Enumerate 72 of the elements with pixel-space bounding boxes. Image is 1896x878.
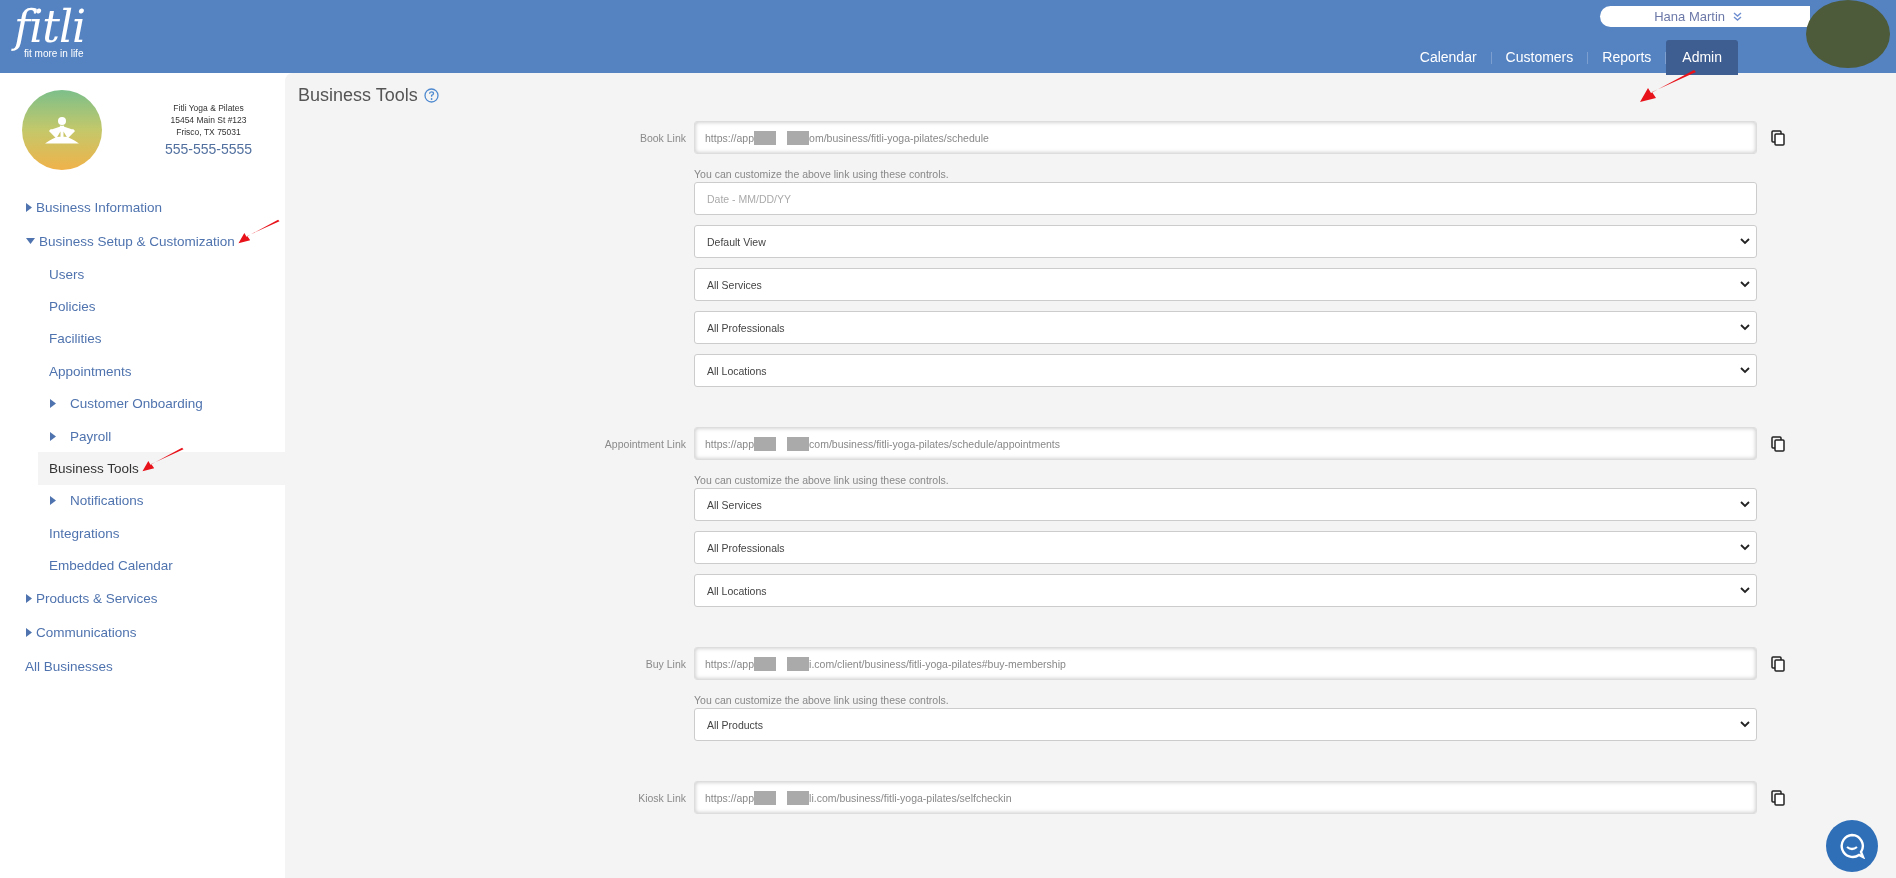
dropdown[interactable]: All Services — [694, 488, 1757, 521]
redaction-block — [754, 436, 810, 451]
caret-right-icon[interactable] — [26, 202, 32, 212]
dropdown[interactable]: All Locations — [694, 354, 1757, 387]
redaction-block — [754, 790, 810, 805]
chevron-down-icon — [1740, 367, 1750, 374]
caret-right-icon[interactable] — [26, 594, 32, 604]
chat-button[interactable] — [1826, 820, 1878, 872]
caret-right-icon[interactable] — [50, 431, 56, 441]
dropdown[interactable]: All Services — [694, 268, 1757, 301]
chevron-down-icon — [1740, 501, 1750, 508]
sidebar-item[interactable]: Payroll — [70, 428, 112, 444]
sidebar-item[interactable]: Products & Services — [36, 591, 158, 607]
sidebar-item[interactable]: Notifications — [70, 493, 144, 509]
sidebar-item[interactable]: Customer Onboarding — [70, 396, 203, 412]
chevron-down-icon — [1740, 281, 1750, 288]
link-field[interactable]: https://app li.com/business/fitli-yoga-pilates/selfcheckin — [694, 781, 1757, 814]
help-icon[interactable] — [423, 88, 439, 103]
sidebar-item[interactable]: Integrations — [49, 525, 120, 541]
helper-text: You can customize the above link using these controls. — [694, 474, 950, 486]
chevron-down-icon — [1733, 11, 1742, 22]
copy-icon[interactable] — [1771, 435, 1785, 452]
logo-tagline: fit more in life — [24, 48, 85, 59]
caret-right-icon[interactable] — [50, 496, 56, 506]
field-label: Book Link — [639, 131, 686, 144]
sidebar-item[interactable]: Business Information — [36, 199, 163, 215]
nav-tab[interactable]: Customers — [1491, 40, 1588, 75]
nav-tab[interactable]: Reports — [1588, 40, 1666, 75]
dropdown[interactable]: All Professionals — [694, 531, 1757, 564]
dropdown[interactable]: All Products — [694, 708, 1757, 741]
field-label: Appointment Link — [604, 437, 686, 450]
redaction-block — [754, 130, 810, 145]
sidebar-item[interactable]: All Businesses — [25, 659, 113, 675]
chevron-down-icon — [1740, 324, 1750, 331]
chevron-down-icon — [1740, 238, 1750, 245]
helper-text: You can customize the above link using these controls. — [694, 168, 950, 180]
sidebar-item[interactable]: Policies — [49, 299, 96, 315]
nav-tab[interactable]: Calendar — [1405, 40, 1491, 75]
business-city: Frisco, TX 75031 — [176, 126, 241, 138]
caret-down-icon[interactable] — [26, 238, 35, 244]
chevron-down-icon — [1740, 587, 1750, 594]
sidebar-item[interactable]: Embedded Calendar — [49, 558, 173, 574]
caret-right-icon[interactable] — [26, 628, 32, 638]
dropdown[interactable]: All Professionals — [694, 311, 1757, 344]
dropdown[interactable]: Default View — [694, 225, 1757, 258]
chevron-down-icon — [1740, 544, 1750, 551]
nav-tab[interactable]: Admin — [1666, 40, 1738, 75]
chat-bubble-icon — [1839, 833, 1865, 859]
business-name: Fitli Yoga & Pilates — [173, 102, 244, 114]
dropdown[interactable]: All Locations — [694, 574, 1757, 607]
sidebar-item[interactable]: Facilities — [49, 331, 102, 347]
sidebar-item[interactable]: Communications — [36, 625, 137, 641]
copy-icon[interactable] — [1771, 655, 1785, 672]
copy-icon[interactable] — [1771, 129, 1785, 146]
redaction-block — [754, 656, 810, 671]
link-field[interactable]: https://app i.com/client/business/fitli-yoga-pilates#buy-membership — [694, 647, 1757, 680]
caret-right-icon[interactable] — [50, 399, 56, 409]
sidebar-item[interactable]: Business Setup & Customization — [39, 233, 235, 249]
copy-icon[interactable] — [1771, 789, 1785, 806]
sidebar-item[interactable]: Appointments — [49, 363, 132, 379]
helper-text: You can customize the above link using these controls. — [694, 694, 950, 706]
field-label: Kiosk Link — [638, 791, 686, 804]
link-field[interactable]: https://app com/business/fitli-yoga-pilates/schedule/appointments — [694, 427, 1757, 460]
field-label: Buy Link — [645, 657, 686, 670]
chevron-down-icon — [1740, 721, 1750, 728]
sidebar-item[interactable]: Users — [49, 266, 85, 282]
business-address: 15454 Main St #123 — [170, 114, 247, 126]
sidebar-item[interactable]: Business Tools — [49, 461, 139, 477]
link-field[interactable]: https://app om/business/fitli-yoga-pilates/schedule — [694, 121, 1757, 154]
user-menu[interactable]: Hana Martin — [1600, 6, 1810, 27]
business-phone: 555-555-5555 — [164, 141, 253, 158]
page-title: Business Tools — [298, 85, 418, 106]
